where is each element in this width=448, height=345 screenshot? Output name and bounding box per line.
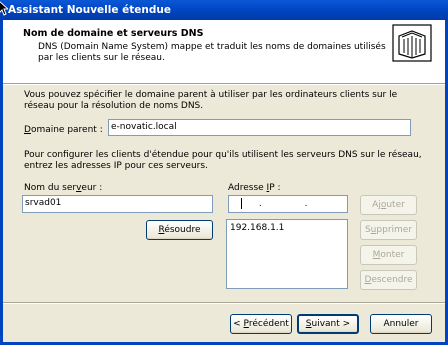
ip-address-label: Adresse IP :: [228, 183, 281, 193]
ip-list-item[interactable]: 192.168.1.1: [230, 223, 344, 233]
cancel-button[interactable]: Annuler: [370, 314, 432, 334]
back-button[interactable]: < Précédent: [230, 314, 292, 334]
move-up-button[interactable]: Monter: [360, 245, 417, 265]
folder-wizard-icon: [392, 24, 432, 62]
move-down-button[interactable]: Descendre: [360, 270, 417, 290]
page-description: DNS (Domain Name System) mappe et tradui…: [38, 42, 386, 63]
ip-address-list[interactable]: 192.168.1.1: [226, 219, 348, 289]
remove-button[interactable]: Supprimer: [360, 220, 417, 240]
next-button[interactable]: Suivant >: [297, 314, 359, 334]
mouse-cursor-icon: [0, 1, 8, 16]
parent-domain-input[interactable]: e-novatic.local: [108, 119, 411, 136]
header-divider: [3, 84, 445, 85]
page-title: Nom de domaine et serveurs DNS: [23, 28, 204, 39]
dns-intro: Pour configurer les clients d'étendue po…: [24, 150, 422, 171]
footer-divider: [3, 302, 445, 304]
server-name-label: Nom du serveur :: [24, 183, 103, 193]
server-name-input[interactable]: srvad01: [22, 195, 213, 213]
ip-address-input[interactable]: . . .: [228, 195, 348, 213]
title-bar[interactable]: Assistant Nouvelle étendue: [0, 0, 448, 20]
domain-intro: Vous pouvez spécifier le domaine parent …: [24, 90, 398, 111]
window-title: Assistant Nouvelle étendue: [8, 4, 171, 16]
parent-domain-label: Domaine parent :: [24, 125, 103, 135]
resolve-button[interactable]: Résoudre: [146, 220, 213, 240]
text-caret: [241, 198, 242, 209]
add-button[interactable]: Ajouter: [360, 195, 417, 215]
ip-address-dots: . . .: [258, 198, 347, 209]
